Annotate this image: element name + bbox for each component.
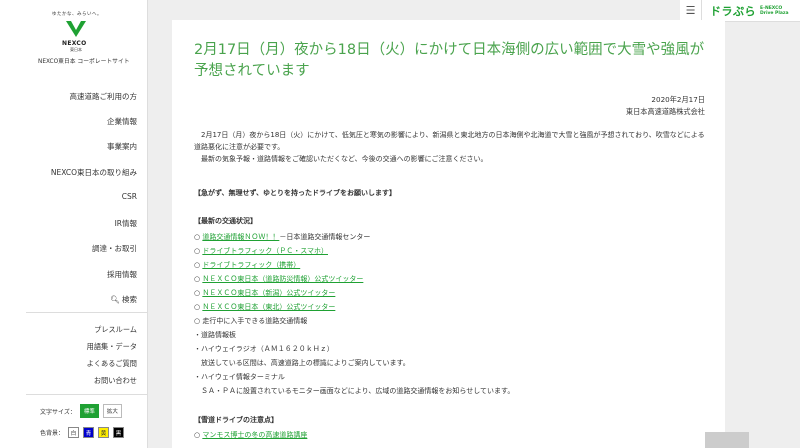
list-item: ＳＡ・ＰＡに設置されているモニター画面などにより、広域の道路交通情報をお知らせし… xyxy=(194,387,515,395)
main-content: 2月17日（月）夜から18日（火）にかけて日本海側の広い範囲で大雪や強風が予想さ… xyxy=(172,20,725,448)
color-label: 色背景： xyxy=(40,430,65,437)
font-size-control: 文字サイズ： 標準 拡大 xyxy=(40,404,122,418)
sidebar: ゆたかな、みらいへ。 NEXCO 東日本 NEXCO東日本 コーポレートサイト … xyxy=(0,0,148,448)
list-item: ・道路情報板 xyxy=(194,331,236,339)
article-company: 東日本高速道路株式会社 xyxy=(625,107,705,116)
nav-item-users[interactable]: 高速道路ご利用の方 xyxy=(70,91,138,102)
nav-item-ir[interactable]: IR情報 xyxy=(115,218,137,229)
list-item: ○ ドライブトラフィック（ＰＣ・スマホ） xyxy=(194,246,328,256)
section-heading: 【雪道ドライブの注意点】 xyxy=(194,416,278,424)
font-size-standard-button[interactable]: 標準 xyxy=(79,404,99,418)
search-button[interactable]: 🔍︎ 検索 xyxy=(110,294,137,305)
color-blue-button[interactable]: 青 xyxy=(83,427,95,438)
logo-tagline: ゆたかな、みらいへ。 xyxy=(52,12,102,17)
link-twitter-disaster[interactable]: ＮＥＸＣＯ東日本（道路防災情報）公式ツイッター xyxy=(202,275,363,283)
sub-link-faq[interactable]: よくあるご質問 xyxy=(87,359,137,369)
sub-link-contact[interactable]: お問い合わせ xyxy=(94,376,137,386)
logo-sub: 東日本 xyxy=(70,47,82,52)
link-drive-traffic-pc[interactable]: ドライブトラフィック（ＰＣ・スマホ） xyxy=(202,247,328,255)
font-size-label: 文字サイズ： xyxy=(40,408,76,416)
list-item: ○ ＮＥＸＣＯ東日本（道路防災情報）公式ツイッター xyxy=(194,274,363,284)
list-item: ・ハイウェイラジオ（ＡＭ１６２０ｋＨｚ） xyxy=(194,345,334,353)
page-title: 2月17日（月）夜から18日（火）にかけて日本海側の広い範囲で大雪や強風が予想さ… xyxy=(194,42,705,79)
link-twitter-tohoku[interactable]: ＮＥＸＣＯ東日本（東北）公式ツイッター xyxy=(202,303,335,311)
page-top-button[interactable] xyxy=(705,432,749,448)
nav-item-procurement[interactable]: 調達・お取引 xyxy=(92,243,137,254)
divider xyxy=(26,394,148,395)
article-date: 2020年2月17日 xyxy=(651,95,705,104)
link-winter-lecture[interactable]: マンモス博士の冬の高速道路講座 xyxy=(202,431,307,439)
nav-item-csr[interactable]: CSR xyxy=(122,192,137,201)
font-size-large-button[interactable]: 拡大 xyxy=(102,404,122,418)
divider xyxy=(26,312,148,313)
article-paragraph: 最新の気象予報・道路情報をご確認いただくなど、今後の交通への影響にご注意ください… xyxy=(194,155,488,163)
logo-text: NEXCO xyxy=(62,40,87,47)
top-bar: ☰ ドラぷら E-NEXCO Drive Plaza xyxy=(680,0,800,22)
nav-item-business[interactable]: 事業案内 xyxy=(107,141,137,152)
dora-pla-logo[interactable]: ドラぷら xyxy=(710,3,756,19)
section-heading: 【急がず、無理せず、ゆとりを持ったドライブをお願いします】 xyxy=(194,189,397,197)
site-name: NEXCO東日本 コーポレートサイト xyxy=(38,59,130,65)
list-item: 放送している区間は、高速道路上の標識によりご案内しています。 xyxy=(194,359,410,367)
list-item: ○ ＮＥＸＣＯ東日本（東北）公式ツイッター xyxy=(194,302,335,312)
section-heading: 【最新の交通状況】 xyxy=(194,217,257,225)
nav-item-recruit[interactable]: 採用情報 xyxy=(107,269,137,280)
list-item: ○ ＮＥＸＣＯ東日本（新潟）公式ツイッター xyxy=(194,288,335,298)
list-item: ○ 道路交通情報ＮＯＷ！！－日本道路交通情報センター xyxy=(194,232,370,242)
list-item: ・ハイウェイ情報ターミナル xyxy=(194,373,285,381)
link-suffix: －日本道路交通情報センター xyxy=(279,233,371,241)
search-label: 検索 xyxy=(122,295,137,304)
list-item: ○ ドライブトラフィック（携帯） xyxy=(194,260,300,270)
sub-link-glossary[interactable]: 用語集・データ xyxy=(87,342,137,352)
link-jartic[interactable]: 道路交通情報ＮＯＷ！！ xyxy=(202,233,279,241)
nav-item-company[interactable]: 企業情報 xyxy=(107,116,137,127)
list-item: ○ マンモス博士の冬の高速道路講座 xyxy=(194,430,307,440)
search-icon: 🔍︎ xyxy=(110,295,120,304)
color-white-button[interactable]: 白 xyxy=(68,427,80,438)
link-drive-traffic-mobile[interactable]: ドライブトラフィック（携帯） xyxy=(202,261,300,269)
nav-item-efforts[interactable]: NEXCO東日本の取り組み xyxy=(51,167,137,178)
color-control: 色背景： 白 青 黄 黒 xyxy=(40,427,125,438)
article-paragraph: 2月17日（月）夜から18日（火）にかけて、低気圧と寒気の影響により、新潟県と東… xyxy=(194,131,705,151)
sub-link-pressroom[interactable]: プレスルーム xyxy=(94,325,137,335)
color-black-button[interactable]: 黒 xyxy=(113,427,125,438)
list-item: ○ 走行中に入手できる道路交通情報 xyxy=(194,317,308,325)
color-yellow-button[interactable]: 黄 xyxy=(98,427,110,438)
link-twitter-niigata[interactable]: ＮＥＸＣＯ東日本（新潟）公式ツイッター xyxy=(202,289,335,297)
menu-icon[interactable]: ☰ xyxy=(680,0,702,22)
nexco-logo-icon xyxy=(66,21,86,37)
drive-plaza-logo[interactable]: E-NEXCO Drive Plaza xyxy=(760,6,789,16)
drive-plaza-line2: Drive Plaza xyxy=(760,10,789,16)
